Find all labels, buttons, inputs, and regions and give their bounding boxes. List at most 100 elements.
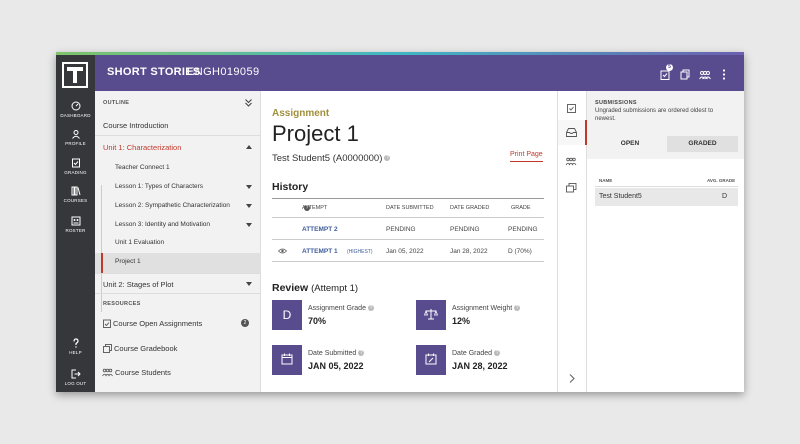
student-avg-grade: D [722, 193, 728, 200]
active-indicator [101, 253, 103, 273]
help-circle-icon[interactable]: ? [358, 350, 365, 357]
col-grade: GRADE [511, 205, 531, 211]
groups-button[interactable] [699, 67, 711, 85]
outline-item-teacher-connect[interactable]: Teacher Connect 1 [95, 164, 261, 176]
tab-submissions[interactable] [558, 120, 587, 145]
course-outline: OUTLINE Course Introduction Unit 1: Char… [95, 91, 261, 392]
users-group-icon [699, 71, 711, 80]
student-name-row: Test Student5 (A0000000)? [272, 153, 391, 164]
tab-open[interactable]: OPEN [595, 136, 665, 152]
cell-submitted: Jan 05, 2022 [386, 248, 424, 255]
nav-roster-label: ROSTER [65, 228, 86, 233]
outline-item-label: Lesson 3: Identity and Motivation [115, 221, 211, 228]
grade-label: Assignment Grade [308, 305, 366, 312]
open-assignments-count-badge: 2 [241, 319, 249, 327]
table-row[interactable]: Test Student5 D [595, 188, 738, 206]
nav-courses-label: COURSES [63, 198, 88, 203]
resource-students[interactable]: Course Students [95, 368, 261, 380]
scale-balance-icon [423, 309, 439, 320]
help-circle-icon[interactable]: ? [494, 350, 501, 357]
tab-groups[interactable] [565, 153, 577, 171]
collapse-all-icon[interactable] [245, 99, 252, 107]
users-group-icon [102, 368, 113, 377]
nav-roster[interactable]: ROSTER [56, 216, 95, 233]
chevron-up-icon[interactable] [246, 145, 252, 149]
assignment-main: Assignment Project 1 Test Student5 (A000… [261, 91, 557, 392]
nav-dashboard[interactable]: DASHBOARD [56, 101, 95, 118]
nav-help[interactable]: HELP [56, 338, 95, 355]
calendar-check-icon [425, 353, 437, 365]
outline-item-unit2[interactable]: Unit 2: Stages of Plot [95, 280, 261, 292]
tab-notes[interactable] [566, 180, 577, 198]
print-page-link[interactable]: Print Page [510, 151, 543, 162]
expand-panel-button[interactable] [569, 370, 575, 388]
weight-label: Assignment Weight [452, 305, 513, 312]
outline-item-label: Unit 1: Characterization [103, 143, 182, 152]
resource-gradebook[interactable]: Course Gradebook [95, 344, 261, 356]
dashboard-icon [71, 101, 80, 111]
resource-open-assignments[interactable]: Course Open Assignments 2 [95, 319, 261, 331]
grade-label-row: Assignment Grade? [308, 305, 374, 312]
tab-assignments[interactable] [567, 100, 576, 118]
help-circle-icon[interactable]: ? [384, 155, 391, 162]
courses-icon [71, 186, 80, 196]
nav-profile[interactable]: PROFILE [56, 129, 95, 146]
clipboard-check-icon [103, 319, 111, 328]
notification-badge: 5 [666, 64, 673, 71]
chevron-down-icon[interactable] [246, 282, 252, 286]
course-code: ENGH019059 [187, 66, 260, 78]
course-header: SHORT STORIES ENGH019059 5 [95, 55, 744, 91]
attempt-link[interactable]: ATTEMPT 1 [302, 248, 338, 255]
more-menu-button[interactable] [722, 67, 726, 85]
cell-graded: PENDING [450, 226, 480, 233]
nav-grading[interactable]: GRADING [56, 158, 95, 175]
chevron-down-icon[interactable] [246, 223, 252, 227]
resource-label: Course Gradebook [114, 344, 178, 353]
review-heading: Review [272, 282, 309, 294]
calendar-icon [281, 353, 293, 365]
share-button[interactable] [680, 67, 690, 85]
nav-grading-label: GRADING [64, 170, 87, 175]
eye-icon[interactable] [278, 248, 287, 254]
help-circle-icon[interactable]: ? [367, 305, 374, 312]
resource-label: Course Students [115, 368, 171, 377]
outline-item-lesson2[interactable]: Lesson 2: Sympathetic Characterization [95, 202, 261, 214]
outline-item-label: Course Introduction [103, 121, 169, 130]
app-logo[interactable] [62, 62, 88, 88]
outline-heading: OUTLINE [103, 100, 130, 106]
outline-item-label: Lesson 2: Sympathetic Characterization [115, 202, 230, 209]
tab-graded[interactable]: GRADED [667, 136, 738, 152]
notifications-button[interactable]: 5 [660, 64, 673, 85]
chevron-down-icon[interactable] [246, 185, 252, 189]
col-date-graded: DATE GRADED [450, 205, 490, 211]
roster-icon [71, 216, 80, 226]
cell-graded: Jan 28, 2022 [450, 248, 488, 255]
nav-logout-label: LOG OUT [64, 381, 87, 386]
left-nav: DASHBOARD PROFILE GRADING COURSES ROSTER… [56, 55, 95, 392]
nav-logout[interactable]: LOG OUT [56, 369, 95, 386]
panel-tab-strip [557, 91, 587, 392]
graded-value: JAN 28, 2022 [452, 361, 508, 371]
outline-item-lesson3[interactable]: Lesson 3: Identity and Motivation [95, 221, 261, 233]
clipboard-check-icon [567, 104, 576, 113]
users-group-icon [565, 157, 577, 166]
col-date-submitted: DATE SUBMITTED [386, 205, 434, 211]
outline-item-lesson1[interactable]: Lesson 1: Types of Characters [95, 183, 261, 195]
outline-item-label: Unit 2: Stages of Plot [103, 280, 174, 289]
outline-item-label: Project 1 [115, 258, 141, 265]
attempt-note: (HIGHEST) [347, 249, 373, 255]
graded-label: Date Graded [452, 350, 493, 357]
help-circle-icon[interactable]: ? [304, 205, 310, 211]
outline-item-project1[interactable]: Project 1 [95, 253, 261, 273]
chevron-down-icon[interactable] [246, 204, 252, 208]
outline-item-unit-eval[interactable]: Unit 1 Evaluation [95, 239, 261, 251]
cell-submitted: PENDING [386, 226, 416, 233]
gradebook-icon [103, 344, 112, 353]
documents-icon [566, 183, 577, 193]
attempt-link[interactable]: ATTEMPT 2 [302, 226, 338, 233]
nav-courses[interactable]: COURSES [56, 186, 95, 203]
outline-item-unit1[interactable]: Unit 1: Characterization [95, 143, 261, 155]
outline-item-course-intro[interactable]: Course Introduction [95, 121, 261, 133]
weight-tile [416, 300, 446, 330]
help-circle-icon[interactable]: ? [514, 305, 521, 312]
